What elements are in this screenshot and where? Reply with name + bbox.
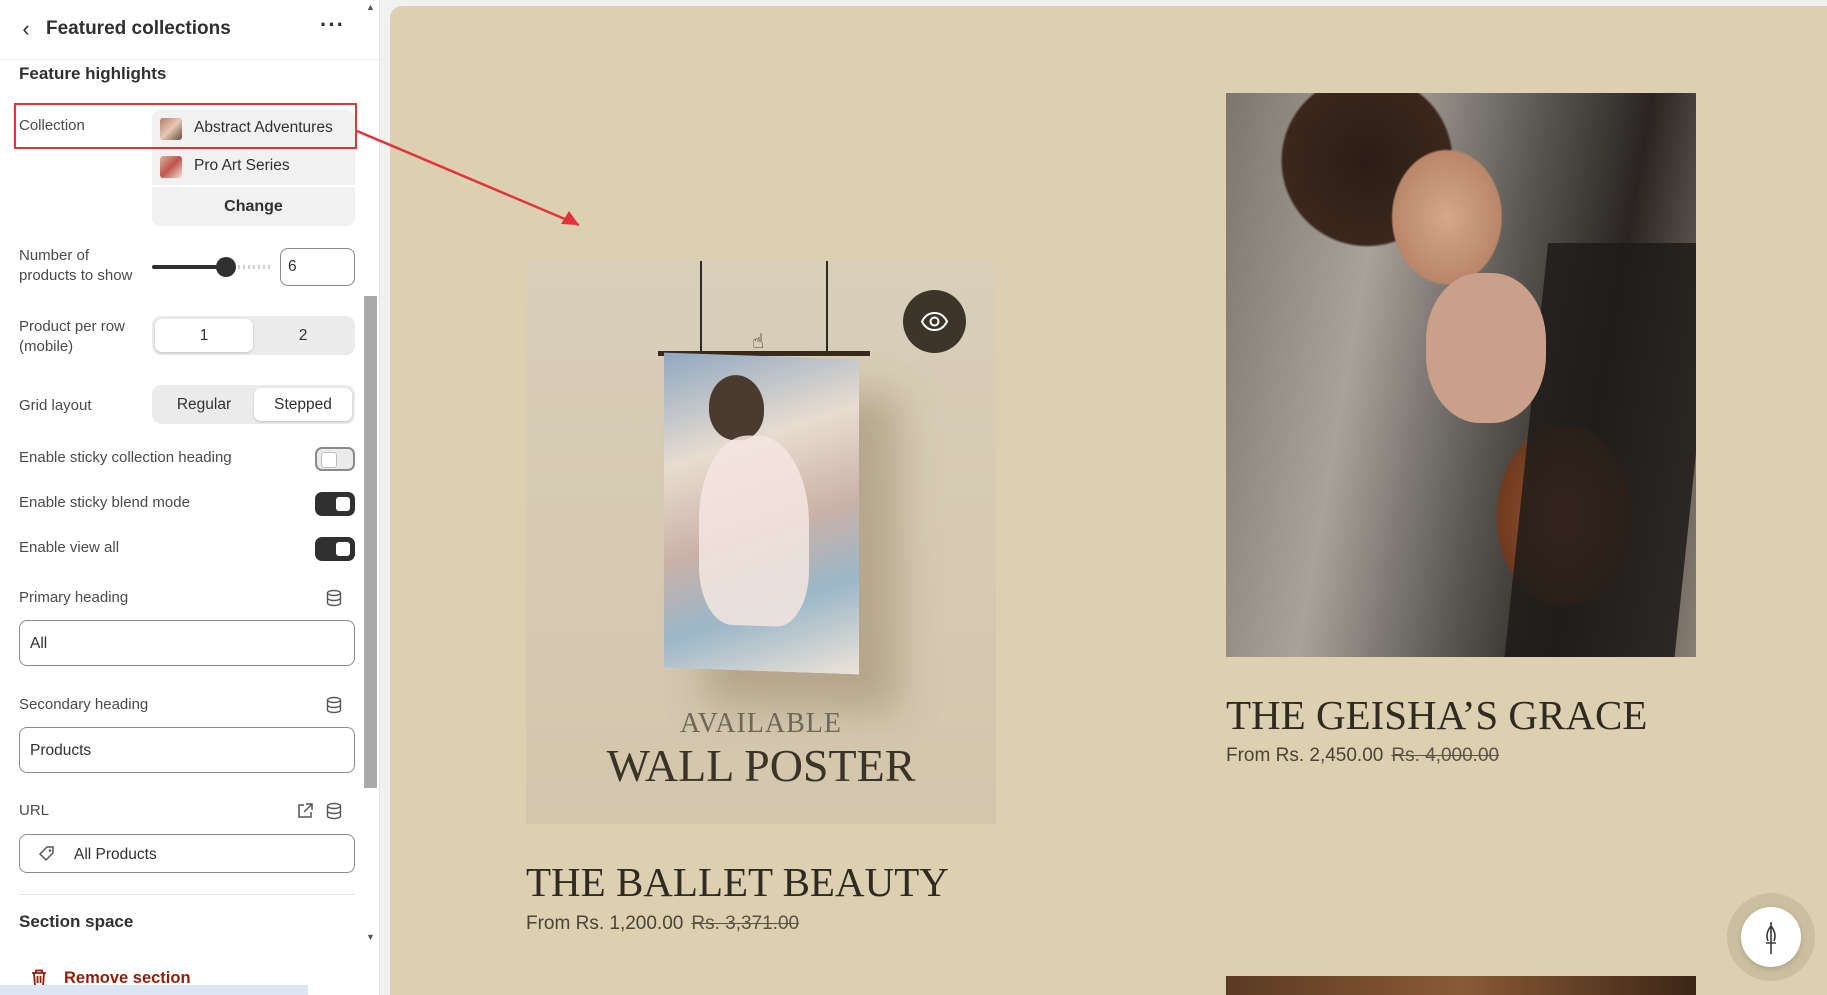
url-input[interactable]: All Products (19, 834, 355, 873)
toggle-label: Enable sticky blend mode (19, 494, 190, 511)
fab-inner (1741, 907, 1801, 967)
product-image-ballet[interactable]: AVAILABLE WALL POSTER ☝ (526, 261, 996, 824)
toggle-label: Enable sticky collection heading (19, 449, 232, 466)
quick-view-button[interactable] (903, 290, 966, 353)
product-image-geisha[interactable] (1226, 93, 1696, 657)
sticky-heading-toggle[interactable] (315, 447, 355, 471)
store-preview: AVAILABLE WALL POSTER ☝ THE BALLET BEAUT… (390, 6, 1827, 995)
grid-option-stepped[interactable]: Stepped (254, 388, 352, 421)
collection-name: Pro Art Series (194, 157, 290, 174)
back-icon[interactable]: ‹ (14, 18, 38, 42)
tag-icon (38, 846, 54, 862)
product-title[interactable]: THE BALLET BEAUTY (526, 858, 949, 906)
section-divider (19, 894, 355, 895)
section-space-title[interactable]: Section space (19, 912, 133, 932)
view-all-toggle[interactable] (315, 537, 355, 561)
tooltip-strip (0, 985, 308, 995)
product-price: From Rs. 1,200.00 Rs. 3,371.00 (526, 913, 799, 935)
price-current: From Rs. 1,200.00 (526, 913, 684, 934)
products-count-label: Number of products to show (19, 247, 133, 284)
annotation-highlight-box (14, 103, 357, 149)
secondary-heading-input[interactable]: Products (19, 727, 355, 773)
poster-artwork (664, 352, 859, 675)
price-current: From Rs. 2,450.00 (1226, 745, 1384, 766)
dynamic-source-icon[interactable] (325, 802, 343, 820)
grid-layout-segmented: Regular Stepped (152, 385, 355, 424)
poster-subtitle: AVAILABLE (680, 708, 842, 739)
eye-icon (920, 311, 949, 332)
painting-hand (1426, 273, 1546, 423)
products-slider-thumb[interactable] (216, 257, 236, 277)
grid-option-regular[interactable]: Regular (155, 388, 253, 421)
pen-nib-icon (1766, 922, 1776, 954)
panel-header: ‹ Featured collections ··· (0, 0, 379, 60)
toggle-label: Enable view all (19, 539, 120, 556)
grid-layout-label: Grid layout (19, 397, 92, 414)
external-link-icon[interactable] (296, 802, 314, 820)
collection-item[interactable]: Pro Art Series (152, 148, 355, 185)
product-title[interactable]: THE GEISHA’S GRACE (1226, 691, 1647, 739)
dynamic-source-icon[interactable] (325, 589, 343, 607)
feature-highlights-title: Feature highlights (19, 64, 167, 83)
per-row-option-1[interactable]: 1 (155, 319, 253, 352)
products-count-input[interactable]: 6 (280, 248, 355, 286)
per-row-label: Product per row (mobile) (19, 318, 125, 355)
more-options-icon[interactable]: ··· (320, 12, 345, 38)
per-row-segmented: 1 2 (152, 316, 355, 355)
product-price: From Rs. 2,450.00 Rs. 4,000.00 (1226, 745, 1499, 767)
poster-title: WALL POSTER (606, 740, 916, 791)
dynamic-source-icon[interactable] (325, 696, 343, 714)
primary-heading-input[interactable]: All (19, 620, 355, 666)
url-label: URL (19, 802, 50, 819)
change-collection-button[interactable]: Change (152, 187, 355, 226)
floating-action-button[interactable] (1727, 893, 1815, 981)
primary-heading-label: Primary heading (19, 589, 129, 606)
scroll-down-icon[interactable]: ▼ (366, 932, 375, 942)
secondary-heading-label: Secondary heading (19, 696, 149, 713)
panel-title: Featured collections (46, 18, 231, 39)
hanging-wire (700, 261, 702, 351)
product-image-next[interactable] (1226, 976, 1696, 995)
annotation-arrow-icon (356, 129, 580, 227)
price-compare: Rs. 4,000.00 (1391, 745, 1500, 766)
scrollbar-thumb[interactable] (364, 296, 377, 788)
hanging-wire (826, 261, 828, 351)
price-compare: Rs. 3,371.00 (691, 913, 800, 934)
collection-thumbnail (160, 156, 182, 178)
url-value: All Products (74, 846, 157, 863)
sticky-blend-toggle[interactable] (315, 492, 355, 516)
per-row-option-2[interactable]: 2 (254, 319, 352, 352)
settings-panel: ‹ Featured collections ··· Feature highl… (0, 0, 380, 995)
scroll-up-icon[interactable]: ▲ (366, 2, 375, 12)
hand-cursor-icon: ☝ (752, 331, 765, 353)
